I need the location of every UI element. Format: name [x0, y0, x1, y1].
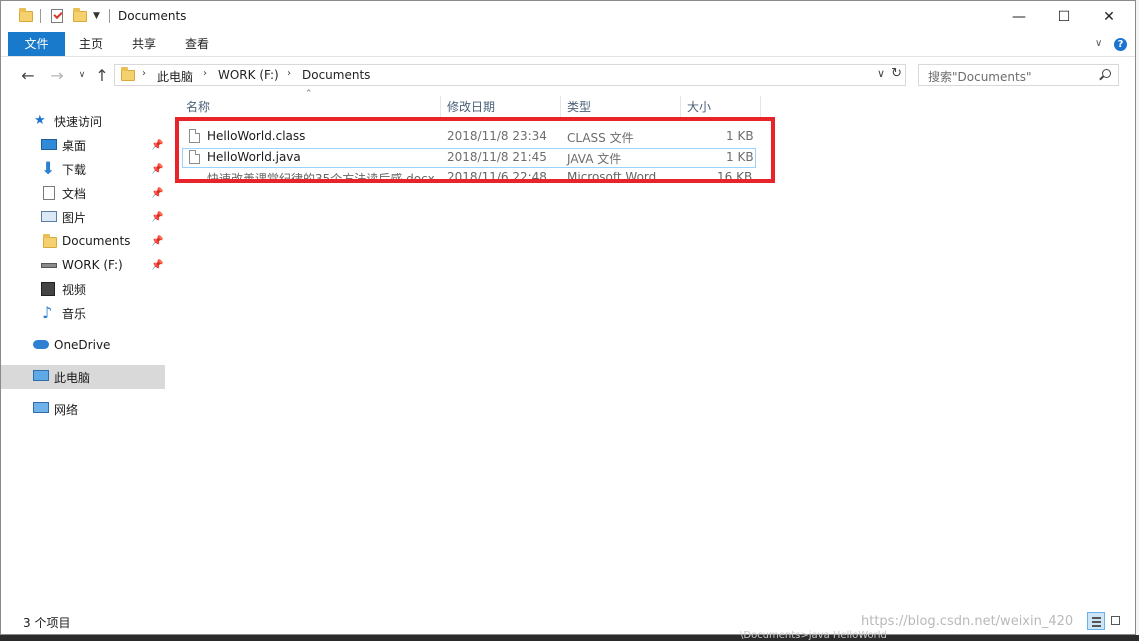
network-icon [33, 402, 49, 413]
sidebar-item-videos[interactable]: 视频 [1, 277, 165, 301]
folder-icon [121, 67, 135, 81]
toolbar-separator [109, 9, 110, 23]
sidebar-item-work-drive[interactable]: WORK (F:) 📌 [1, 253, 165, 277]
pin-icon[interactable]: 📌 [151, 212, 163, 223]
document-icon [43, 186, 55, 200]
sidebar-item-label: 网络 [54, 402, 79, 417]
breadcrumb-work-drive[interactable]: WORK (F:) [218, 68, 279, 82]
sidebar-item-onedrive[interactable]: OneDrive [1, 333, 165, 357]
tab-share[interactable]: 共享 [124, 32, 164, 56]
desktop-icon [41, 139, 57, 150]
watermark-text: https://blog.csdn.net/weixin_420 [861, 614, 1074, 629]
column-divider[interactable] [560, 96, 561, 118]
sidebar-item-label: 快速访问 [54, 114, 103, 129]
sidebar-item-label: 文档 [62, 186, 87, 201]
title-bar: ▼ Documents — ☐ ✕ [1, 1, 1135, 32]
sidebar-item-quick-access[interactable]: ★ 快速访问 [1, 109, 165, 133]
navigation-pane: ★ 快速访问 桌面 📌 ⬇ 下载 📌 文档 📌 图片 📌 Documents 📌 [1, 97, 165, 607]
sidebar-item-documents-lib[interactable]: 文档 📌 [1, 181, 165, 205]
tab-home[interactable]: 主页 [71, 32, 111, 56]
sidebar-item-this-pc[interactable]: 此电脑 [1, 365, 165, 389]
details-view-button[interactable] [1087, 612, 1105, 630]
address-dropdown-icon[interactable]: ∨ [877, 67, 885, 80]
recent-locations-icon[interactable]: ∨ [71, 64, 93, 86]
drive-icon [41, 263, 57, 268]
ribbon-tabs: 文件 主页 共享 查看 ∨ ? [1, 32, 1135, 57]
column-header-type[interactable]: 类型 [567, 96, 591, 118]
folder-icon [43, 234, 57, 248]
pin-icon[interactable]: 📌 [151, 140, 163, 151]
search-input[interactable]: 搜索"Documents" [928, 68, 1031, 85]
properties-icon[interactable] [51, 9, 63, 23]
column-header-modified[interactable]: 修改日期 [447, 96, 495, 118]
forward-button[interactable]: → [46, 64, 68, 86]
sidebar-item-label: Documents [62, 234, 131, 248]
pin-icon[interactable]: 📌 [151, 236, 163, 247]
star-icon: ★ [34, 113, 46, 128]
sidebar-item-label: 图片 [62, 210, 87, 225]
help-icon[interactable]: ? [1114, 38, 1127, 51]
up-button[interactable]: ↑ [91, 64, 113, 86]
explorer-window: ▼ Documents — ☐ ✕ 文件 主页 共享 查看 ∨ ? ← → ∨ … [0, 0, 1136, 635]
highlight-annotation [175, 117, 775, 183]
refresh-icon[interactable]: ↻ [891, 66, 902, 81]
sidebar-item-label: 此电脑 [54, 370, 91, 385]
sidebar-item-network[interactable]: 网络 [1, 397, 165, 421]
breadcrumb-separator: › [142, 68, 146, 79]
new-folder-icon[interactable] [73, 7, 87, 22]
column-header-size[interactable]: 大小 [687, 96, 711, 118]
sidebar-item-music[interactable]: ♪ 音乐 [1, 301, 165, 325]
cloud-icon [33, 340, 49, 349]
back-button[interactable]: ← [17, 64, 39, 86]
sidebar-item-pictures[interactable]: 图片 📌 [1, 205, 165, 229]
picture-icon [41, 211, 57, 222]
tab-file[interactable]: 文件 [8, 32, 65, 56]
background-terminal [0, 635, 1139, 641]
pin-icon[interactable]: 📌 [151, 260, 163, 271]
background-terminal-text: \Documents>java HelloWorld [740, 630, 887, 641]
pin-icon[interactable]: 📌 [151, 164, 163, 175]
sidebar-item-label: WORK (F:) [62, 258, 123, 272]
large-icons-view-button[interactable] [1107, 612, 1125, 630]
sort-ascending-icon: ⌃ [305, 89, 313, 99]
sidebar-item-label: 音乐 [62, 306, 87, 321]
maximize-button[interactable]: ☐ [1041, 1, 1087, 32]
computer-icon [33, 370, 49, 381]
sidebar-item-downloads[interactable]: ⬇ 下载 📌 [1, 157, 165, 181]
sidebar-item-label: OneDrive [54, 338, 111, 352]
sidebar-item-documents-folder[interactable]: Documents 📌 [1, 229, 165, 253]
column-header-name[interactable]: 名称 [186, 96, 210, 118]
breadcrumb-separator[interactable]: › [287, 68, 291, 79]
column-divider[interactable] [440, 96, 441, 118]
tab-view[interactable]: 查看 [177, 32, 217, 56]
status-item-count: 3 个项目 [23, 616, 71, 630]
column-divider[interactable] [760, 96, 761, 118]
column-divider[interactable] [680, 96, 681, 118]
pin-icon[interactable]: 📌 [151, 188, 163, 199]
ribbon-expand-icon[interactable]: ∨ [1095, 38, 1102, 49]
search-icon[interactable] [1102, 69, 1111, 78]
close-button[interactable]: ✕ [1086, 1, 1132, 32]
sidebar-item-label: 下载 [62, 162, 87, 177]
window-title: Documents [118, 9, 187, 23]
customize-toolbar-icon[interactable]: ▼ [93, 11, 100, 21]
sidebar-item-label: 视频 [62, 282, 87, 297]
music-icon: ♪ [42, 303, 53, 322]
sidebar-item-label: 桌面 [62, 138, 87, 153]
sidebar-item-desktop[interactable]: 桌面 📌 [1, 133, 165, 157]
download-icon: ⬇ [41, 159, 56, 179]
breadcrumb-this-pc[interactable]: 此电脑 [157, 68, 193, 85]
search-box[interactable]: 搜索"Documents" [918, 64, 1119, 86]
breadcrumb-documents[interactable]: Documents [302, 68, 370, 82]
video-icon [41, 282, 55, 296]
minimize-button[interactable]: — [996, 1, 1042, 32]
folder-icon [19, 7, 33, 22]
toolbar-separator [40, 9, 41, 23]
breadcrumb-separator[interactable]: › [203, 68, 207, 79]
address-bar[interactable]: › 此电脑 › WORK (F:) › Documents ∨ ↻ [114, 64, 906, 86]
